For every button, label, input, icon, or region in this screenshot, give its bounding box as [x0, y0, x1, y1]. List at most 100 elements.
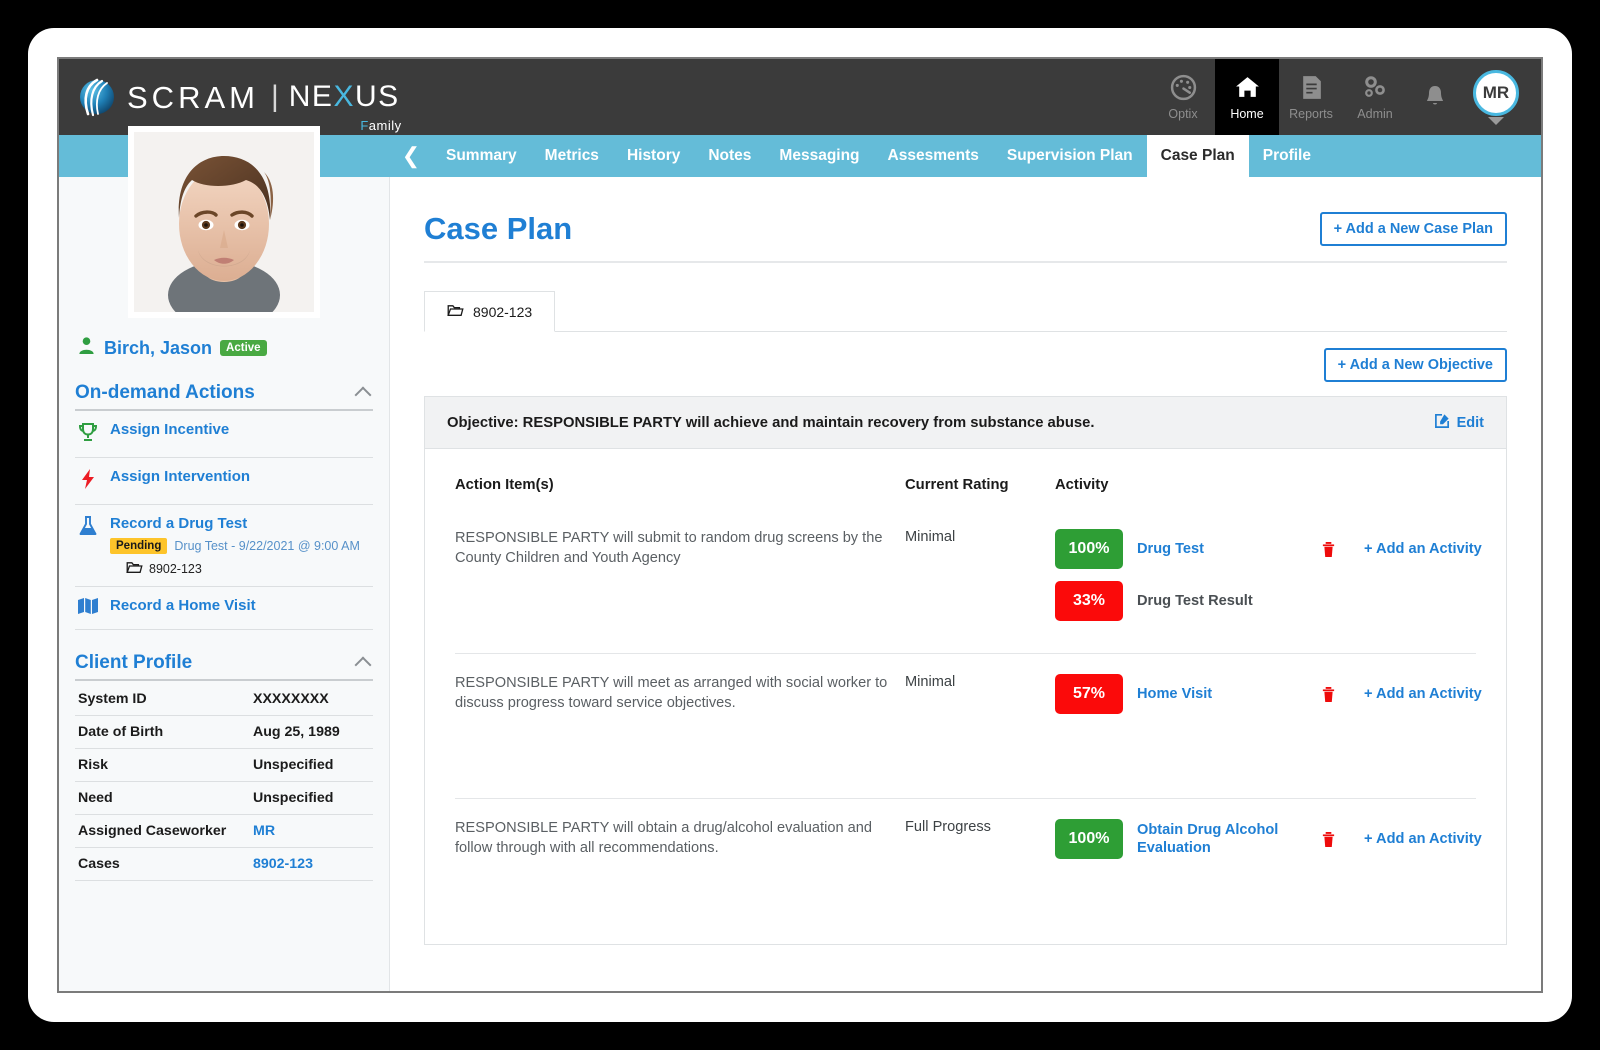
client-profile-header: Client Profile [75, 652, 373, 681]
brand-logo[interactable]: SCRAM | NEXUS Family [77, 77, 401, 133]
action-item-text: RESPONSIBLE PARTY will meet as arranged … [455, 675, 888, 711]
topnav-label-home: Home [1230, 106, 1264, 121]
action-assign-intervention[interactable]: Assign Intervention [75, 458, 373, 505]
profile-key: System ID [75, 683, 250, 716]
main-content: Case Plan + Add a New Case Plan 8902-123 [390, 177, 1541, 991]
action-label-record-home-visit: Record a Home Visit [110, 597, 256, 614]
profile-value: XXXXXXXX [250, 683, 373, 716]
tab-profile[interactable]: Profile [1249, 135, 1325, 177]
profile-value-caseworker[interactable]: MR [250, 814, 373, 848]
activity-group: 57% Home Visit + Add an Activity [1055, 674, 1482, 714]
tab-history[interactable]: History [613, 135, 694, 177]
current-rating-value: Minimal [905, 674, 956, 690]
tab-notes[interactable]: Notes [694, 135, 765, 177]
flask-icon [77, 514, 99, 542]
add-case-plan-button[interactable]: + Add a New Case Plan [1319, 212, 1507, 246]
current-rating-value: Full Progress [905, 819, 991, 835]
column-header-action: Action Item(s) [455, 477, 554, 493]
action-assign-incentive[interactable]: Assign Incentive [75, 411, 373, 458]
chevron-up-icon[interactable] [354, 386, 372, 404]
activity-link-drug-test[interactable]: Drug Test [1137, 540, 1317, 558]
tab-metrics[interactable]: Metrics [531, 135, 613, 177]
delete-icon[interactable] [1321, 686, 1336, 703]
page-title: Case Plan [424, 211, 573, 246]
topnav-label-optix: Optix [1168, 106, 1198, 121]
activity-link-home-visit[interactable]: Home Visit [1137, 685, 1317, 703]
progress-badge: 57% [1055, 674, 1123, 714]
client-identity: Birch, Jason Active [77, 336, 373, 360]
activity-label-drug-test-result: Drug Test Result [1137, 592, 1253, 609]
client-name[interactable]: Birch, Jason [104, 338, 212, 359]
brand-product-a: NE [288, 80, 334, 113]
client-profile-title: Client Profile [75, 652, 193, 673]
avatar[interactable]: MR [1473, 69, 1519, 116]
brand-name: SCRAM [127, 79, 259, 115]
case-tab-label: 8902-123 [473, 303, 533, 320]
column-header-rating: Current Rating [905, 477, 1009, 493]
gauge-icon [1170, 74, 1197, 104]
tab-case-plan[interactable]: Case Plan [1146, 135, 1249, 177]
app-window: SCRAM | NEXUS Family Optix Home Reports … [57, 57, 1543, 993]
top-header-bar: SCRAM | NEXUS Family Optix Home Reports … [59, 59, 1541, 135]
brand-subtitle-rest: amily [368, 118, 402, 133]
activity-link-obtain-drug-alcohol-evaluation[interactable]: Obtain Drug Alcohol Evaluation [1137, 821, 1317, 857]
topnav-item-optix[interactable]: Optix [1151, 59, 1215, 135]
table-row: RESPONSIBLE PARTY will submit to random … [455, 509, 1482, 654]
client-sidebar: Birch, Jason Active On-demand Actions As… [59, 126, 390, 991]
activity-group: 100% Obtain Drug Alcohol Evaluation + Ad… [1055, 819, 1482, 859]
ondemand-actions-header: On-demand Actions [75, 382, 373, 411]
objective-header: Objective: RESPONSIBLE PARTY will achiev… [425, 397, 1506, 449]
table-row: Assigned Caseworker MR [75, 814, 373, 848]
profile-key: Need [75, 781, 250, 815]
profile-value: Unspecified [250, 781, 373, 815]
action-record-home-visit[interactable]: Record a Home Visit [75, 587, 373, 630]
user-menu[interactable]: MR [1463, 59, 1529, 135]
topnav-item-admin[interactable]: Admin [1343, 59, 1407, 135]
profile-key: Risk [75, 748, 250, 782]
add-activity-button[interactable]: + Add an Activity [1364, 686, 1482, 702]
tab-supervision-plan[interactable]: Supervision Plan [993, 135, 1147, 177]
brand-product-x: X [333, 80, 355, 113]
pending-case-chip[interactable]: 8902-123 [126, 560, 360, 577]
brand-subtitle-f: F [360, 118, 369, 133]
objective-card: Objective: RESPONSIBLE PARTY will achiev… [424, 396, 1507, 945]
profile-value-cases[interactable]: 8902-123 [250, 847, 373, 881]
tab-messaging[interactable]: Messaging [765, 135, 873, 177]
status-badge: Active [220, 340, 267, 356]
table-row: Cases 8902-123 [75, 847, 373, 881]
brand-product-b: US [354, 80, 400, 113]
profile-key: Cases [75, 847, 250, 881]
delete-icon[interactable] [1321, 831, 1336, 848]
client-photo [128, 126, 320, 318]
notifications-button[interactable] [1407, 59, 1463, 135]
pending-case-number: 8902-123 [149, 561, 202, 576]
action-record-drug-test[interactable]: Record a Drug Test Pending Drug Test - 9… [75, 505, 373, 587]
add-activity-button[interactable]: + Add an Activity [1364, 541, 1482, 557]
table-row: RESPONSIBLE PARTY will meet as arranged … [455, 654, 1482, 799]
document-icon [1298, 74, 1325, 104]
bell-icon [1422, 83, 1448, 112]
tab-summary[interactable]: Summary [432, 135, 531, 177]
topnav-item-home[interactable]: Home [1215, 59, 1279, 135]
tab-assesments[interactable]: Assesments [874, 135, 993, 177]
topnav-item-reports[interactable]: Reports [1279, 59, 1343, 135]
add-objective-button[interactable]: + Add a New Objective [1323, 348, 1507, 382]
delete-icon[interactable] [1321, 541, 1336, 558]
page-header: Case Plan + Add a New Case Plan [424, 211, 1507, 263]
edit-objective-button[interactable]: Edit [1434, 412, 1484, 433]
table-row: Need Unspecified [75, 781, 373, 815]
chevron-down-icon[interactable] [1488, 116, 1504, 125]
table-row: Risk Unspecified [75, 748, 373, 782]
add-activity-button[interactable]: + Add an Activity [1364, 831, 1482, 847]
activity-line: 100% Drug Test + Add an Activity [1055, 529, 1482, 569]
case-tab-8902-123[interactable]: 8902-123 [424, 291, 556, 332]
brand-product: NEXUS Family [288, 80, 401, 133]
pending-badge: Pending [110, 538, 168, 554]
chevron-up-icon[interactable] [354, 656, 372, 674]
row-tools: + Add an Activity [1321, 831, 1482, 848]
activity-line: 33% Drug Test Result [1055, 581, 1482, 621]
pending-drug-test[interactable]: Pending Drug Test - 9/22/2021 @ 9:00 AM [110, 538, 360, 554]
tabs-scroll-left-icon[interactable]: ❮ [390, 135, 432, 177]
table-row: System ID XXXXXXXX [75, 683, 373, 716]
action-label-assign-intervention: Assign Intervention [110, 468, 251, 485]
